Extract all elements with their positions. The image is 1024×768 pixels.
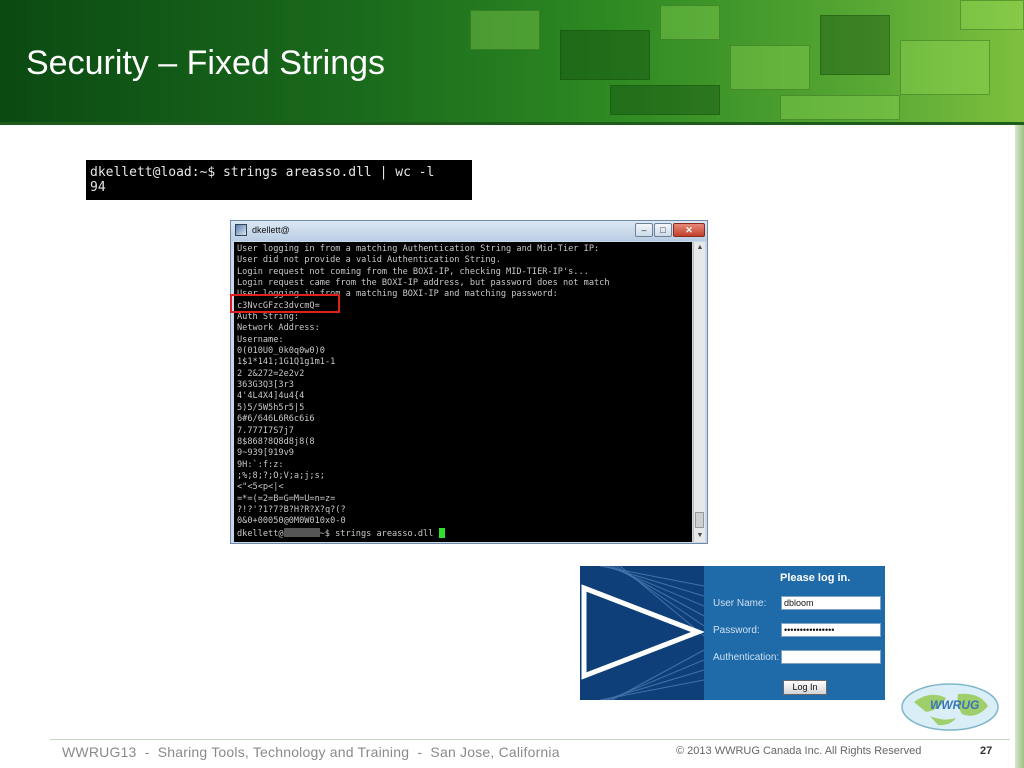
footer-divider (50, 739, 1010, 740)
logo-text: WWRUG (930, 698, 980, 712)
banner-decoration (960, 0, 1024, 30)
terminal-line: 9H:`:f:z: (237, 459, 284, 470)
terminal-window: dkellett@ – □ ✕ User logging in from a m… (230, 220, 708, 544)
slide-title: Security – Fixed Strings (26, 44, 386, 82)
username-field[interactable]: dbloom (781, 596, 881, 610)
banner-decoration (900, 40, 990, 95)
command-result: 94 (90, 180, 106, 195)
password-label: Password: (713, 625, 760, 636)
terminal-line: 0&0+00050@0M0W010x0-0 (237, 516, 346, 527)
command-line: dkellett@load:~$ strings areasso.dll | w… (90, 165, 435, 180)
password-field[interactable]: •••••••••••••••• (781, 623, 881, 637)
terminal-cursor (438, 527, 445, 538)
highlight-box (230, 294, 340, 313)
terminal-line: ?!?'?1?7?B?H?R?X?q?(? (237, 504, 346, 515)
username-label: User Name: (713, 598, 767, 609)
banner-decoration (780, 95, 900, 120)
terminal-line: 7.777I7S7j7 (237, 425, 294, 436)
wwrug-logo: WWRUG (900, 682, 1000, 732)
terminal-line: Network Address: (237, 323, 320, 334)
minimize-button[interactable]: – (635, 223, 653, 237)
terminal-line: <"<5<p<|< (237, 482, 284, 493)
login-heading: Please log in. (780, 572, 851, 584)
banner-decoration (610, 85, 720, 115)
terminal-line: ;%;8;?;O;V;a;j;s; (237, 470, 325, 481)
terminal-line: 9~939[919v9 (237, 448, 294, 459)
terminal-title: dkellett@ (252, 225, 290, 235)
side-divider (1015, 125, 1024, 768)
arrow-logo-icon (581, 566, 704, 700)
authentication-field[interactable] (781, 650, 881, 664)
terminal-line: Login request not coming from the BOXI-I… (237, 266, 589, 277)
terminal-line: 0(010U0_0k0q0w0)0 (237, 346, 325, 357)
terminal-line: User did not provide a valid Authenticat… (237, 255, 501, 266)
terminal-line: 6#6/646L6R6c6i6 (237, 414, 315, 425)
terminal-line: User logging in from a matching Authenti… (237, 244, 600, 254)
login-graphic (580, 566, 704, 700)
banner-divider (0, 122, 1024, 125)
terminal-line: 5)5/5W5h5r5|5 (237, 402, 305, 413)
footer-event: WWRUG13 - Sharing Tools, Technology and … (62, 744, 560, 760)
terminal-line: =*=(=2=B=G=M=U=n=z= (237, 493, 336, 504)
close-button[interactable]: ✕ (673, 223, 705, 237)
terminal-line: Username: (237, 334, 284, 345)
terminal-line: Login request came from the BOXI-IP addr… (237, 278, 610, 289)
terminal-line: Auth String: (237, 312, 300, 323)
redacted-hostname (283, 527, 320, 537)
footer-copyright: © 2013 WWRUG Canada Inc. All Rights Rese… (676, 745, 922, 757)
banner-decoration (560, 30, 650, 80)
terminal-line: 363G3Q3[3r3 (237, 380, 294, 391)
scroll-down-icon[interactable]: ▼ (695, 531, 705, 541)
header-banner: Security – Fixed Strings (0, 0, 1024, 122)
scroll-up-icon[interactable]: ▲ (695, 243, 705, 253)
prompt-user: dkellett@ (237, 528, 284, 539)
scroll-thumb[interactable] (695, 512, 704, 528)
prompt-command: ~$ strings areasso.dll (319, 528, 434, 539)
login-panel: Please log in. User Name: dbloom Passwor… (580, 566, 885, 700)
authentication-label: Authentication: (713, 652, 780, 663)
banner-decoration (660, 5, 720, 40)
terminal-line: 2 2&272=2e2v2 (237, 368, 305, 379)
maximize-button[interactable]: □ (654, 223, 672, 237)
login-button[interactable]: Log In (783, 680, 827, 695)
terminal-line: 4'4L4X4]4u4{4 (237, 391, 305, 402)
terminal-line: 1$1*141;1G1Q1g1m1-1 (237, 357, 336, 368)
banner-decoration (470, 10, 540, 50)
command-output-strip: dkellett@load:~$ strings areasso.dll | w… (86, 160, 472, 200)
terminal-line: 8$868?8Q8d8j8(8 (237, 436, 315, 447)
terminal-prompt-line: dkellett@ ~$ strings areasso.dll (237, 527, 692, 539)
terminal-output: User logging in from a matching Authenti… (234, 242, 692, 539)
page-number: 27 (980, 745, 993, 757)
banner-decoration (730, 45, 810, 90)
terminal-screen[interactable]: User logging in from a matching Authenti… (234, 242, 692, 542)
putty-icon (235, 224, 247, 236)
banner-decoration (820, 15, 890, 75)
terminal-scrollbar[interactable]: ▲ ▼ (693, 242, 705, 542)
terminal-titlebar[interactable]: dkellett@ – □ ✕ (231, 221, 707, 241)
